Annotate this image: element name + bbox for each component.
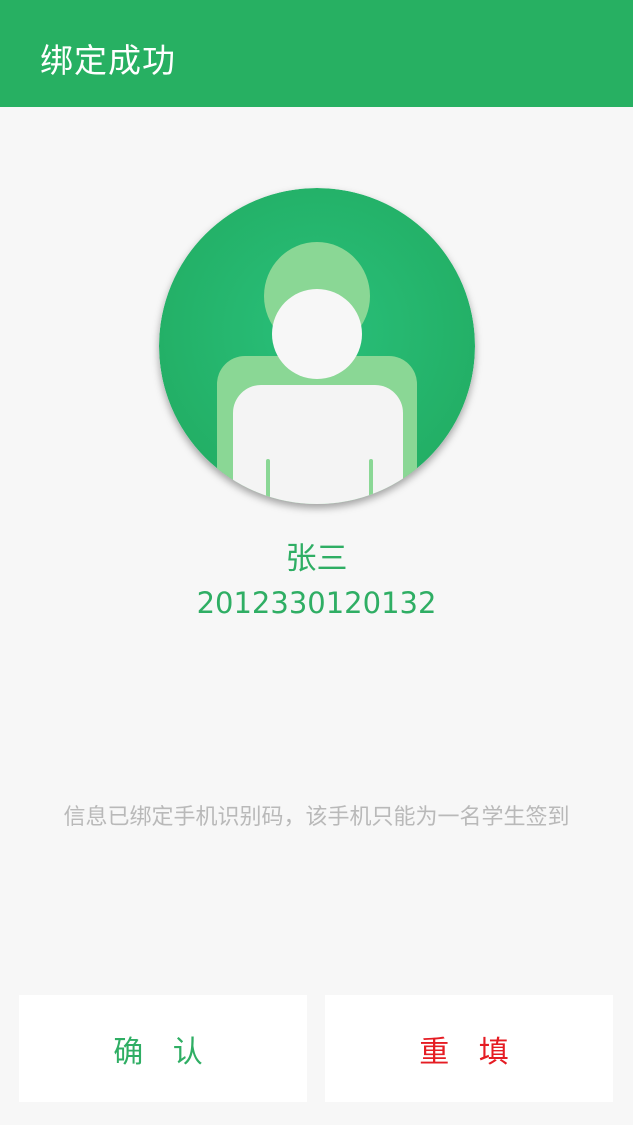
confirm-button[interactable]: 确 认 (19, 995, 307, 1102)
user-avatar-icon (159, 188, 475, 504)
student-id: 2012330120132 (196, 586, 437, 620)
page-title: 绑定成功 (40, 41, 176, 80)
student-name: 张三 (285, 541, 348, 577)
refill-button[interactable]: 重 填 (325, 995, 613, 1102)
avatar (159, 188, 475, 504)
app-bar: 绑定成功 (0, 0, 633, 107)
binding-notice: 信息已绑定手机识别码，该手机只能为一名学生签到 (63, 805, 570, 830)
